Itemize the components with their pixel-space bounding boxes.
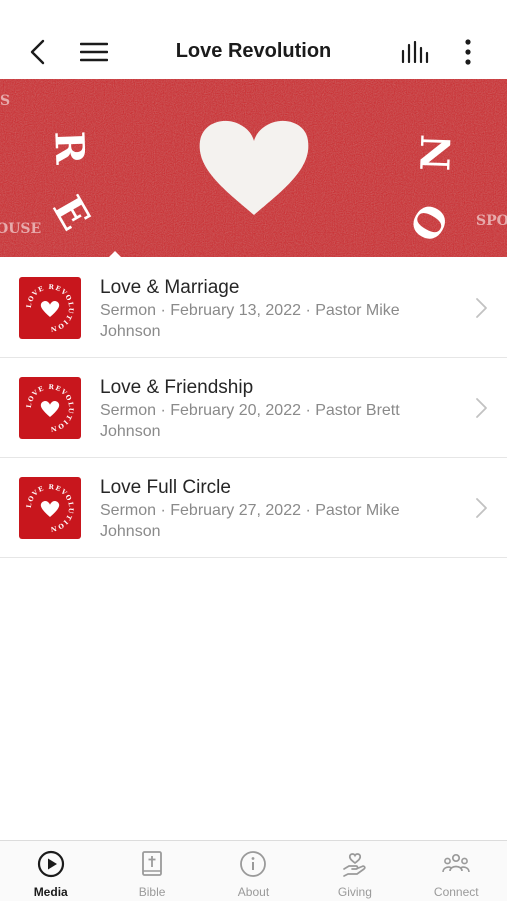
- sermon-thumbnail: LOVE REVOLUTION: [19, 377, 81, 439]
- giving-hand-heart-icon: [343, 853, 366, 877]
- back-arrow-icon: [30, 39, 45, 65]
- hero-letter: N: [412, 134, 460, 172]
- sermon-meta: Sermon · February 20, 2022 · Pastor Bret…: [100, 402, 400, 440]
- more-options-button[interactable]: [454, 26, 482, 78]
- sermon-meta: Sermon · February 27, 2022 · Pastor Mike…: [100, 502, 400, 540]
- bottom-tab-bar: Media Bible About Giving Connect: [0, 840, 507, 901]
- list-item[interactable]: LOVE REVOLUTION Love & Friendship Sermon…: [0, 358, 507, 458]
- sermon-thumbnail: LOVE REVOLUTION: [19, 477, 81, 539]
- info-icon: [240, 851, 267, 877]
- hero-letter: R: [45, 130, 93, 166]
- list-item[interactable]: LOVE REVOLUTION Love Full Circle Sermon …: [0, 458, 507, 558]
- chevron-right-icon: [476, 498, 487, 518]
- tab-label: Bible: [138, 885, 166, 899]
- chevron-right-icon: [476, 398, 487, 418]
- play-circle-icon: [37, 850, 64, 878]
- menu-button[interactable]: [76, 26, 112, 78]
- status-bar: [0, 0, 507, 26]
- tab-label: Media: [33, 885, 68, 899]
- top-nav-bar: Love Revolution: [0, 26, 507, 78]
- tab-giving[interactable]: Giving: [304, 841, 405, 901]
- people-group-icon: [442, 853, 471, 873]
- sermon-thumbnail: LOVE REVOLUTION: [19, 277, 81, 339]
- tab-media[interactable]: Media: [0, 841, 101, 901]
- sermon-meta: Sermon · February 13, 2022 · Pastor Mike…: [100, 302, 400, 340]
- hero-pointer: [108, 251, 122, 258]
- chevron-right-icon: [476, 298, 487, 318]
- audio-bars-icon: [401, 41, 429, 63]
- bible-icon: [142, 851, 162, 876]
- sermon-list: LOVE REVOLUTION Love & Marriage Sermon ·…: [0, 258, 507, 558]
- page-title: Love Revolution: [175, 40, 332, 62]
- tab-label: Giving: [337, 885, 372, 899]
- back-button[interactable]: [22, 26, 54, 78]
- hamburger-menu-icon: [80, 42, 108, 62]
- series-hero-banner: R E N O S OUSE SPO: [0, 79, 507, 257]
- more-vertical-icon: [465, 39, 471, 65]
- tab-bible[interactable]: Bible: [101, 841, 202, 901]
- tab-connect[interactable]: Connect: [406, 841, 507, 901]
- hero-edge-text: S: [0, 93, 10, 109]
- list-item[interactable]: LOVE REVOLUTION Love & Marriage Sermon ·…: [0, 258, 507, 358]
- audio-bars-button[interactable]: [396, 26, 434, 78]
- sermon-title: Love & Marriage: [100, 277, 240, 298]
- sermon-title: Love & Friendship: [100, 377, 254, 398]
- sermon-title: Love Full Circle: [100, 477, 231, 498]
- tab-label: Connect: [433, 885, 479, 899]
- hero-edge-text: OUSE: [0, 221, 41, 237]
- hero-edge-text: SPO: [476, 213, 507, 229]
- tab-label: About: [237, 885, 270, 899]
- tab-about[interactable]: About: [203, 841, 304, 901]
- hero-artwork: R E N O S OUSE SPO: [0, 79, 507, 257]
